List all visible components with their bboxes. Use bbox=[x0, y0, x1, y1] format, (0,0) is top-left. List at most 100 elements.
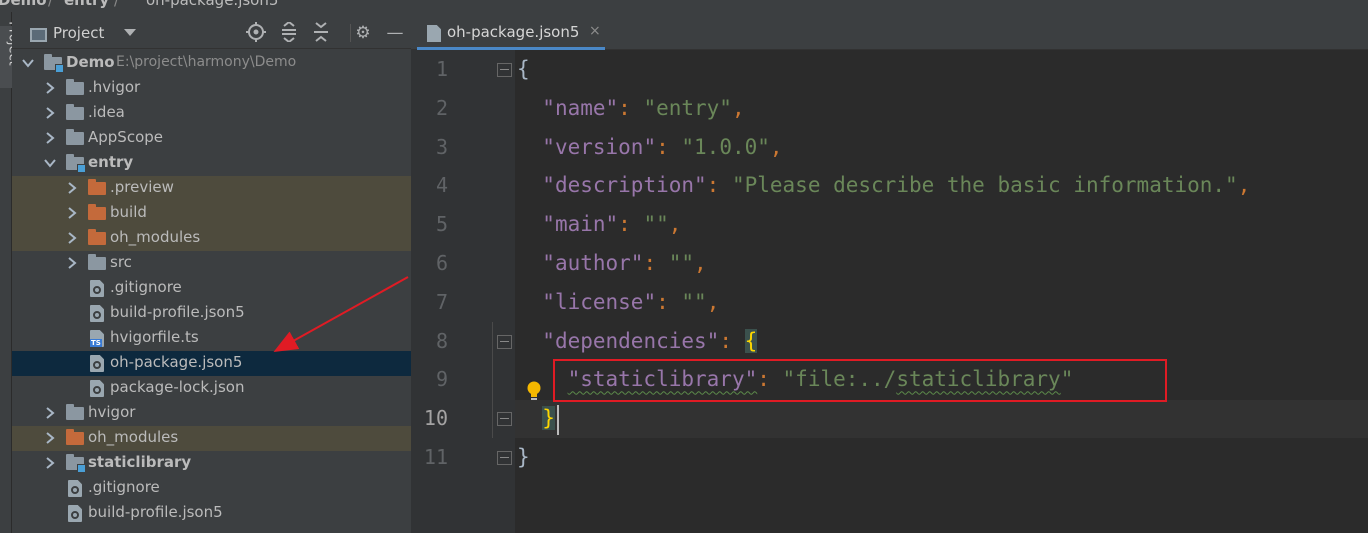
code-line[interactable]: "version": "1.0.0", bbox=[517, 128, 782, 167]
module-folder-icon bbox=[66, 454, 86, 473]
tree-row[interactable]: package-lock.json bbox=[12, 376, 411, 401]
code-line[interactable]: "description": "Please describe the basi… bbox=[517, 166, 1250, 205]
tree-row[interactable]: .idea bbox=[12, 101, 411, 126]
code-line[interactable]: } bbox=[517, 399, 555, 438]
expand-all-icon[interactable] bbox=[278, 20, 300, 44]
project-panel-header: Project ⚙ — bbox=[12, 12, 411, 49]
tab-oh-package-json5[interactable]: oh-package.json5 × bbox=[417, 16, 605, 50]
gear-icon[interactable]: ⚙ bbox=[352, 22, 374, 44]
code-token: : bbox=[656, 134, 682, 159]
locate-icon[interactable] bbox=[245, 22, 267, 44]
breadcrumb-item-entry[interactable]: entry bbox=[64, 0, 109, 9]
collapse-all-icon[interactable] bbox=[310, 22, 332, 44]
code-token: , bbox=[706, 289, 720, 314]
code-token: "main" bbox=[542, 212, 619, 237]
chevron-right-icon[interactable] bbox=[66, 181, 78, 195]
tree-row[interactable]: oh_modules bbox=[12, 426, 411, 451]
line-number[interactable]: 8 bbox=[408, 329, 448, 353]
tree-row[interactable]: hvigorfile.ts bbox=[12, 326, 411, 351]
tree-row[interactable]: build-profile.json5 bbox=[12, 501, 411, 526]
code-line[interactable]: "dependencies": { bbox=[517, 322, 758, 361]
editor-gutter: 1 2 3 4 5 6 7 8 9 10 11 bbox=[411, 50, 515, 533]
minimize-icon[interactable]: — bbox=[384, 22, 406, 44]
chevron-right-icon[interactable] bbox=[66, 206, 78, 220]
code-token: "" bbox=[643, 212, 669, 237]
tree-row[interactable]: build-profile.json5 bbox=[12, 301, 411, 326]
tree-row-label: oh-package.json5 bbox=[110, 353, 243, 371]
tree-row[interactable]: .gitignore bbox=[12, 476, 411, 501]
project-view-icon bbox=[30, 28, 47, 42]
line-number[interactable]: 3 bbox=[408, 135, 448, 159]
code-token: "" bbox=[668, 251, 695, 275]
tree-row[interactable]: staticlibrary bbox=[12, 451, 411, 476]
code-token: "entry" bbox=[643, 95, 732, 120]
tree-row[interactable]: src bbox=[12, 251, 411, 276]
line-number[interactable]: 6 bbox=[408, 251, 448, 275]
code-line[interactable]: "name": "entry", bbox=[517, 89, 744, 128]
code-token: } bbox=[542, 406, 555, 431]
chevron-right-icon[interactable] bbox=[66, 256, 78, 270]
chevron-down-icon[interactable] bbox=[124, 29, 136, 36]
tree-row[interactable]: .hvigor bbox=[12, 76, 411, 101]
code-line[interactable]: { bbox=[517, 50, 530, 89]
line-number[interactable]: 7 bbox=[408, 290, 448, 314]
tab-label: oh-package.json5 bbox=[447, 23, 580, 41]
close-icon[interactable]: × bbox=[589, 23, 601, 39]
tree-row[interactable]: AppScope bbox=[12, 126, 411, 151]
fold-marker-icon[interactable] bbox=[497, 451, 512, 465]
tree-row-label: .gitignore bbox=[88, 478, 160, 496]
code-line[interactable]: "license": "", bbox=[517, 283, 719, 322]
code-token: "description" bbox=[542, 173, 707, 198]
tree-row-label: package-lock.json bbox=[110, 378, 245, 396]
tree-row[interactable]: oh-package.json5 bbox=[12, 351, 411, 376]
project-panel-title[interactable]: Project bbox=[53, 24, 104, 42]
chevron-right-icon[interactable] bbox=[44, 81, 56, 95]
excluded-folder-icon bbox=[88, 204, 106, 221]
tree-row[interactable]: build bbox=[12, 201, 411, 226]
fold-marker-icon[interactable] bbox=[497, 412, 512, 427]
tree-row-label: .hvigor bbox=[88, 78, 141, 96]
tree-row[interactable]: Demo E:\project\harmony\Demo bbox=[12, 51, 411, 76]
chevron-right-icon[interactable] bbox=[44, 406, 56, 420]
tree-row[interactable]: entry bbox=[12, 151, 411, 176]
tree-row-path: E:\project\harmony\Demo bbox=[116, 54, 297, 70]
line-number[interactable]: 1 bbox=[408, 57, 448, 81]
tree-row-label: hvigor bbox=[88, 403, 136, 421]
breadcrumb-item-demo[interactable]: Demo bbox=[0, 0, 47, 9]
chevron-down-icon[interactable] bbox=[22, 56, 34, 70]
chevron-down-icon[interactable] bbox=[44, 156, 56, 170]
code-line[interactable]: "main": "", bbox=[517, 205, 681, 244]
tree-row[interactable]: hvigor bbox=[12, 401, 411, 426]
file-icon bbox=[88, 280, 106, 297]
chevron-right-icon[interactable] bbox=[66, 231, 78, 245]
code-line[interactable]: } bbox=[517, 438, 530, 477]
code-line[interactable]: "author": "", bbox=[517, 244, 706, 283]
code-editor[interactable]: { "name": "entry", "version": "1.0.0", "… bbox=[515, 50, 1368, 533]
chevron-right-icon[interactable] bbox=[44, 131, 56, 145]
tree-row-label: hvigorfile.ts bbox=[110, 328, 199, 346]
code-token: : bbox=[719, 328, 745, 353]
line-number[interactable]: 11 bbox=[408, 445, 448, 469]
fold-marker-icon[interactable] bbox=[497, 334, 512, 349]
chevron-right-icon[interactable] bbox=[44, 431, 56, 445]
code-token: : bbox=[618, 212, 644, 237]
line-number[interactable]: 10 bbox=[408, 406, 448, 430]
fold-marker-icon[interactable] bbox=[497, 63, 512, 77]
chevron-right-icon[interactable] bbox=[44, 106, 56, 120]
tree-row-label: .gitignore bbox=[110, 278, 182, 296]
tree-row[interactable]: .gitignore bbox=[12, 276, 411, 301]
line-number[interactable]: 2 bbox=[408, 96, 448, 120]
ide-window: Demo / entry / oh-package.json5 Project … bbox=[0, 0, 1368, 533]
line-number[interactable]: 5 bbox=[408, 212, 448, 236]
chevron-right-icon[interactable] bbox=[44, 456, 56, 470]
line-number[interactable]: 9 bbox=[408, 367, 448, 391]
tree-row[interactable]: .preview bbox=[12, 176, 411, 201]
lightbulb-icon[interactable] bbox=[525, 380, 543, 402]
breadcrumb-item-file[interactable]: oh-package.json5 bbox=[146, 0, 278, 9]
tree-row[interactable]: oh_modules bbox=[12, 226, 411, 251]
file-icon bbox=[88, 355, 106, 372]
line-number[interactable]: 4 bbox=[408, 173, 448, 197]
